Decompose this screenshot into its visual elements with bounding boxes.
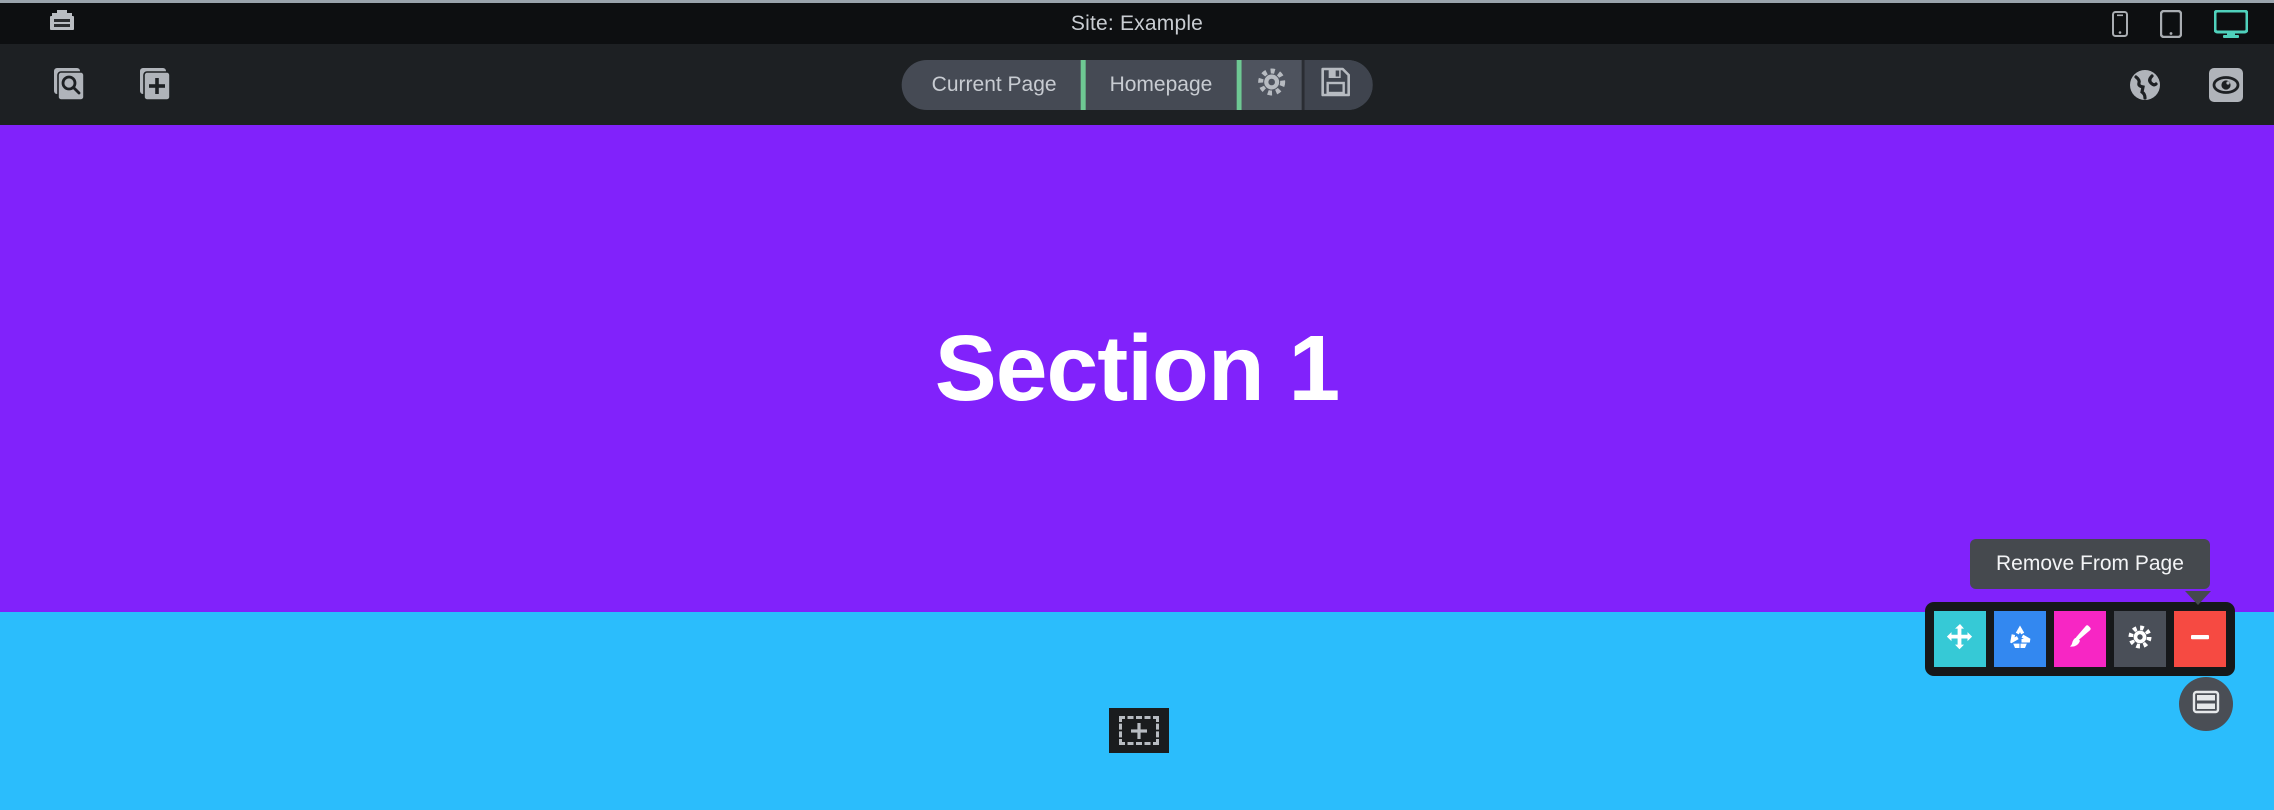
gear-icon — [1257, 68, 1285, 101]
floppy-save-icon — [1320, 67, 1350, 102]
globe-icon[interactable] — [2128, 68, 2162, 102]
toolbar-left-group — [50, 66, 174, 104]
pages-plus-icon[interactable] — [136, 66, 174, 104]
phone-icon[interactable] — [2112, 10, 2128, 37]
duplicate-element-button[interactable] — [1994, 611, 2046, 667]
page-settings-button[interactable] — [1241, 59, 1302, 110]
remove-element-button[interactable] — [2174, 611, 2226, 667]
main-toolbar: Current Page Homepage — [0, 44, 2274, 125]
paintbrush-icon — [2067, 624, 2093, 655]
tab-homepage[interactable]: Homepage — [1086, 60, 1237, 110]
device-preview-group — [2112, 3, 2248, 44]
tooltip-remove-from-page: Remove From Page — [1970, 539, 2210, 589]
add-section-button[interactable] — [1109, 708, 1169, 753]
pages-search-icon[interactable] — [50, 66, 88, 104]
plus-icon — [1119, 716, 1159, 745]
toolbar-right-group — [2128, 67, 2244, 103]
element-settings-button[interactable] — [2114, 611, 2166, 667]
app-window: Site: Example Current Page Homepage Sect… — [0, 0, 2274, 810]
tablet-icon[interactable] — [2160, 9, 2182, 38]
move-arrows-icon — [1946, 623, 1973, 655]
site-title: Site: Example — [1070, 12, 1204, 35]
section-1-heading: Section 1 — [934, 316, 1340, 420]
desktop-icon[interactable] — [2214, 9, 2248, 38]
titlebar: Site: Example — [0, 0, 2274, 44]
page-toolbar-pill: Current Page Homepage — [901, 59, 1373, 110]
layout-rows-button[interactable] — [2179, 677, 2233, 731]
element-action-toolbar — [1925, 602, 2235, 676]
eye-icon[interactable] — [2208, 67, 2244, 103]
gear-icon — [2128, 625, 2152, 654]
move-element-button[interactable] — [1934, 611, 1986, 667]
tooltip-arrow — [2185, 591, 2211, 605]
minus-icon — [2187, 624, 2213, 655]
tab-current-page[interactable]: Current Page — [902, 60, 1081, 110]
rows-layout-icon — [2192, 689, 2220, 720]
recycle-icon — [2007, 624, 2033, 655]
save-button[interactable] — [1304, 59, 1373, 110]
page-canvas: Section 1 Remove From Page — [0, 125, 2274, 810]
style-element-button[interactable] — [2054, 611, 2106, 667]
